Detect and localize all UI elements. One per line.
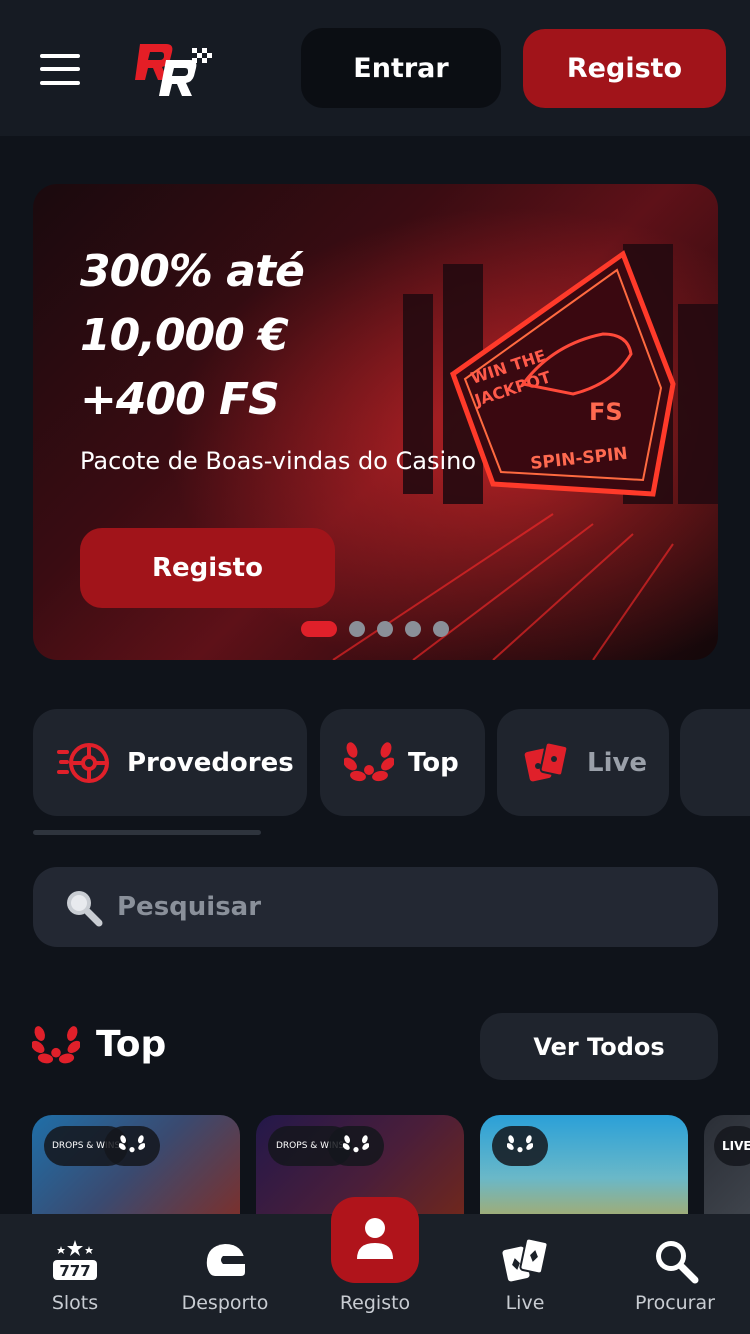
carousel-dot[interactable] <box>301 621 337 637</box>
laurel-badge-icon <box>104 1126 160 1166</box>
banner-title-line2: 10,000 € <box>80 310 289 361</box>
section-title-top: Top <box>96 1024 167 1065</box>
banner-title-line1: 300% até <box>80 246 305 297</box>
top-header: Entrar Registo <box>0 0 750 136</box>
register-button[interactable]: Registo <box>523 29 726 108</box>
category-chip-top[interactable]: Top <box>320 709 485 816</box>
banner-subtitle: Pacote de Boas-vindas do Casino <box>80 447 477 475</box>
nav-label: Live <box>505 1292 545 1314</box>
banner-register-button[interactable]: Registo <box>80 528 335 608</box>
banner-title-line3: +400 FS <box>80 374 280 425</box>
nav-label: Desporto <box>181 1292 269 1314</box>
live-badge: LIVE <box>714 1126 750 1166</box>
carousel-dot[interactable] <box>433 621 449 637</box>
category-chip-label: Top <box>408 747 459 778</box>
nav-item-slots[interactable]: 777 Slots <box>0 1214 150 1334</box>
nav-label: Procurar <box>635 1292 715 1314</box>
search-icon <box>656 1241 699 1284</box>
category-chip-live[interactable]: Live <box>497 709 669 816</box>
helmet-icon <box>206 1244 245 1276</box>
user-icon <box>357 1218 393 1259</box>
wheel-icon <box>57 742 109 783</box>
see-all-button[interactable]: Ver Todos <box>480 1013 718 1080</box>
nav-label: Registo <box>339 1292 411 1314</box>
carousel-dot[interactable] <box>405 621 421 637</box>
menu-icon[interactable] <box>40 54 80 86</box>
laurel-badge-icon <box>492 1126 548 1166</box>
nav-label: Slots <box>51 1292 99 1314</box>
login-button[interactable]: Entrar <box>301 28 501 108</box>
sign-text-fs: FS <box>589 398 623 426</box>
register-fab-button[interactable] <box>331 1197 419 1283</box>
promo-banner[interactable]: WIN THE JACKPOT FS SPIN-SPIN 300% até 10… <box>33 184 718 660</box>
nav-item-search[interactable]: Procurar <box>600 1214 750 1334</box>
cards-icon <box>524 741 569 781</box>
carousel-dots <box>301 621 449 637</box>
laurel-badge-icon <box>328 1126 384 1166</box>
slots-777-icon: 777 <box>53 1240 97 1280</box>
carousel-dot[interactable] <box>349 621 365 637</box>
laurel-icon <box>344 741 394 781</box>
carousel-dot[interactable] <box>377 621 393 637</box>
category-chip-providers[interactable]: Provedores <box>33 709 307 816</box>
search-icon <box>67 891 103 927</box>
search-input[interactable] <box>117 867 677 947</box>
category-chip-label: Live <box>587 747 648 778</box>
category-chip-partial[interactable] <box>680 709 750 816</box>
svg-text:777: 777 <box>59 1262 90 1280</box>
search-bar[interactable] <box>33 867 718 947</box>
brand-logo[interactable] <box>130 40 216 98</box>
nav-item-live[interactable]: Live <box>450 1214 600 1334</box>
category-scroll-indicator <box>33 830 261 835</box>
category-chip-label: Provedores <box>127 747 294 778</box>
laurel-icon <box>32 1026 80 1064</box>
nav-item-sports[interactable]: Desporto <box>150 1214 300 1334</box>
cards-icon <box>502 1237 549 1282</box>
